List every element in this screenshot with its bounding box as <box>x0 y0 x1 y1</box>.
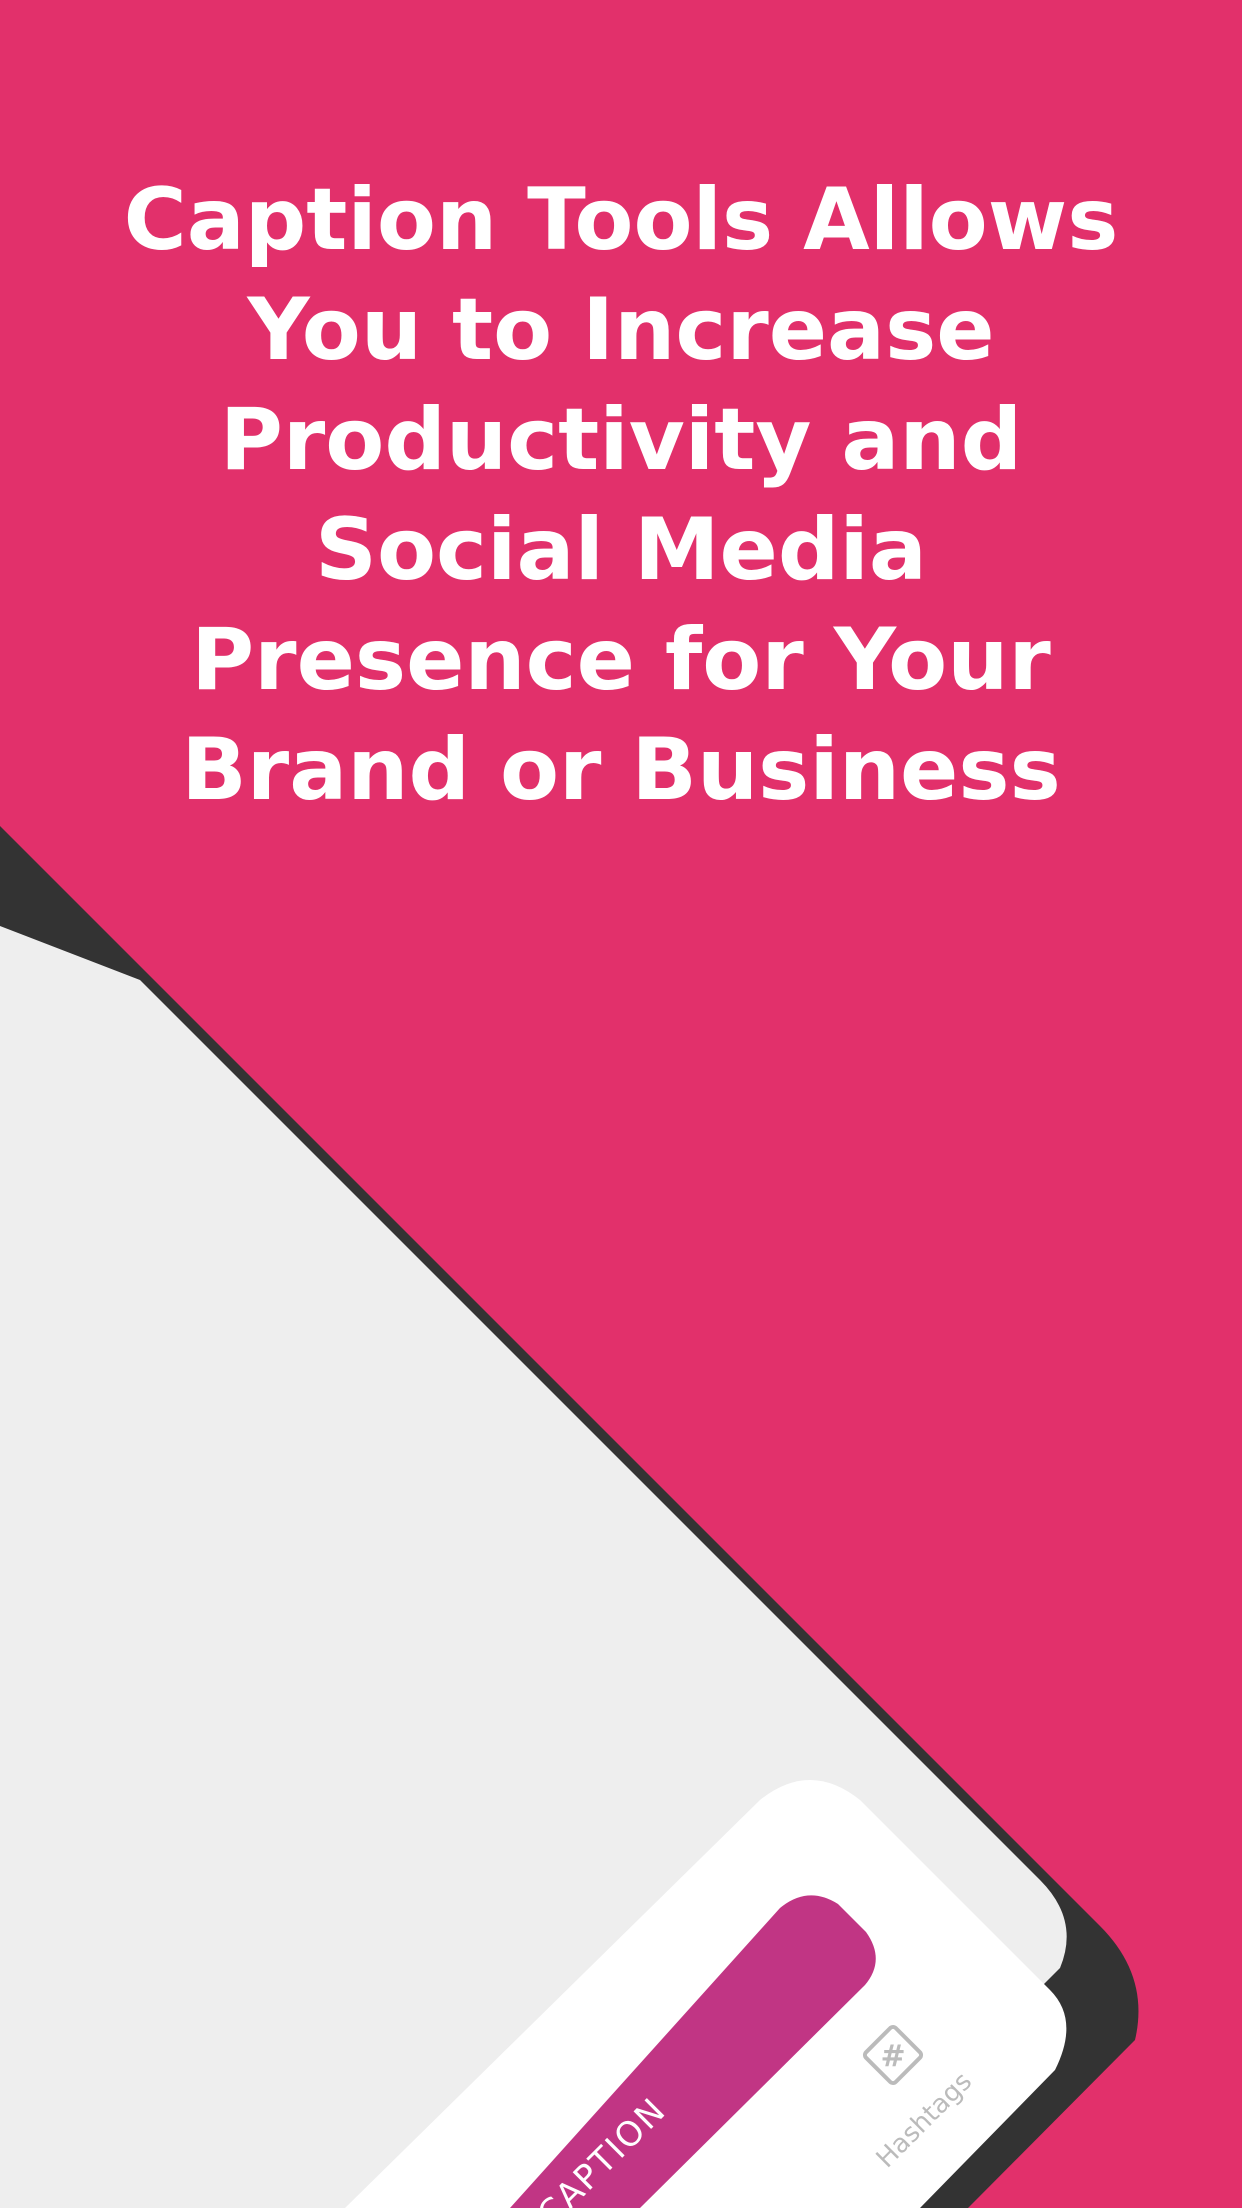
phone-mockup: # Hashtags CAPTION <box>0 826 1139 2208</box>
svg-text:#: # <box>880 2039 905 2074</box>
